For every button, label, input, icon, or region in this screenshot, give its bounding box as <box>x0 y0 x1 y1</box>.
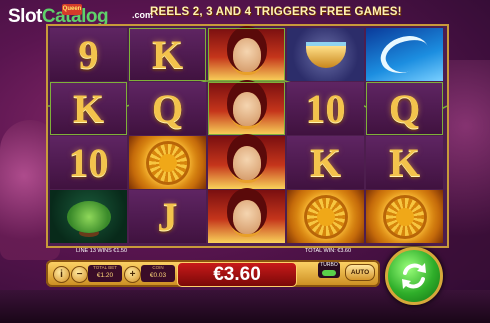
total-bet-display: TOTAL BET €1.20 <box>88 265 122 282</box>
wave-art <box>375 29 434 80</box>
reel-grid: 9 K K Q 10 Q 10 K K J <box>46 24 449 248</box>
info-button[interactable]: i <box>53 266 70 283</box>
reel-symbol-q: Q <box>366 82 443 135</box>
goddess-art <box>232 37 261 72</box>
sun-art <box>148 143 187 182</box>
reel-symbol-goddess-icon <box>208 136 285 189</box>
goddess-art <box>232 91 261 126</box>
symbol-letter: J <box>157 194 178 239</box>
symbol-letter: K <box>309 140 342 185</box>
reel-symbol-cup-icon <box>287 28 364 81</box>
symbol-letter: 9 <box>78 32 99 77</box>
goddess-art <box>232 199 261 234</box>
reel-symbol-wave-icon <box>366 28 443 81</box>
total-win-text: TOTAL WIN: €3.60 <box>305 248 352 254</box>
free-games-banner: REELS 2, 3 AND 4 TRIGGERS FREE GAMES! <box>150 6 402 18</box>
symbol-letter: Q <box>151 86 184 131</box>
reel-symbol-j: J <box>129 190 206 243</box>
bet-minus-button[interactable]: − <box>71 266 88 283</box>
reel-symbol-sun-icon <box>287 190 364 243</box>
symbol-letter: K <box>151 32 184 77</box>
game-logo-badge: Queen <box>62 4 82 15</box>
reel-symbol-10: 10 <box>50 136 127 189</box>
sun-art <box>385 197 424 236</box>
symbol-letter: Q <box>388 86 421 131</box>
line-win-text: LINE 13 WINS €1.50 <box>76 248 128 254</box>
coin-value: €0.03 <box>149 272 167 279</box>
reel-symbol-k: K <box>366 136 443 189</box>
bet-plus-button[interactable]: + <box>124 266 141 283</box>
autoplay-button[interactable]: AUTO <box>345 264 375 281</box>
tree-art <box>66 200 111 233</box>
reel-symbol-goddess-icon <box>208 28 285 81</box>
spin-arrows-icon <box>402 263 426 289</box>
reel-symbol-9: 9 <box>50 28 127 81</box>
spin-button[interactable] <box>385 247 443 305</box>
goddess-art <box>232 145 261 180</box>
reel-symbol-k: K <box>287 136 364 189</box>
reel-symbol-10: 10 <box>287 82 364 135</box>
symbol-letter: 10 <box>68 140 109 185</box>
turbo-switch-icon <box>322 270 336 276</box>
cup-art <box>305 41 346 68</box>
reel-symbol-sun-icon <box>366 190 443 243</box>
turbo-label: TURBO <box>320 262 338 268</box>
reel-symbol-k: K <box>129 28 206 81</box>
reel-symbol-q: Q <box>129 82 206 135</box>
reel-symbol-k: K <box>50 82 127 135</box>
symbol-letter: K <box>388 140 421 185</box>
turbo-toggle[interactable]: TURBO <box>318 262 340 278</box>
symbol-letter: 10 <box>305 86 346 131</box>
reel-symbol-goddess-icon <box>208 82 285 135</box>
sun-art <box>306 197 345 236</box>
coin-display: COIN €0.03 <box>141 265 175 282</box>
total-bet-value: €1.20 <box>96 272 114 279</box>
reel-symbol-tree-icon <box>50 190 127 243</box>
win-amount-display: €3.60 <box>177 262 297 287</box>
symbol-letter: K <box>72 86 105 131</box>
reel-symbol-sun-icon <box>129 136 206 189</box>
reel-symbol-goddess-icon <box>208 190 285 243</box>
